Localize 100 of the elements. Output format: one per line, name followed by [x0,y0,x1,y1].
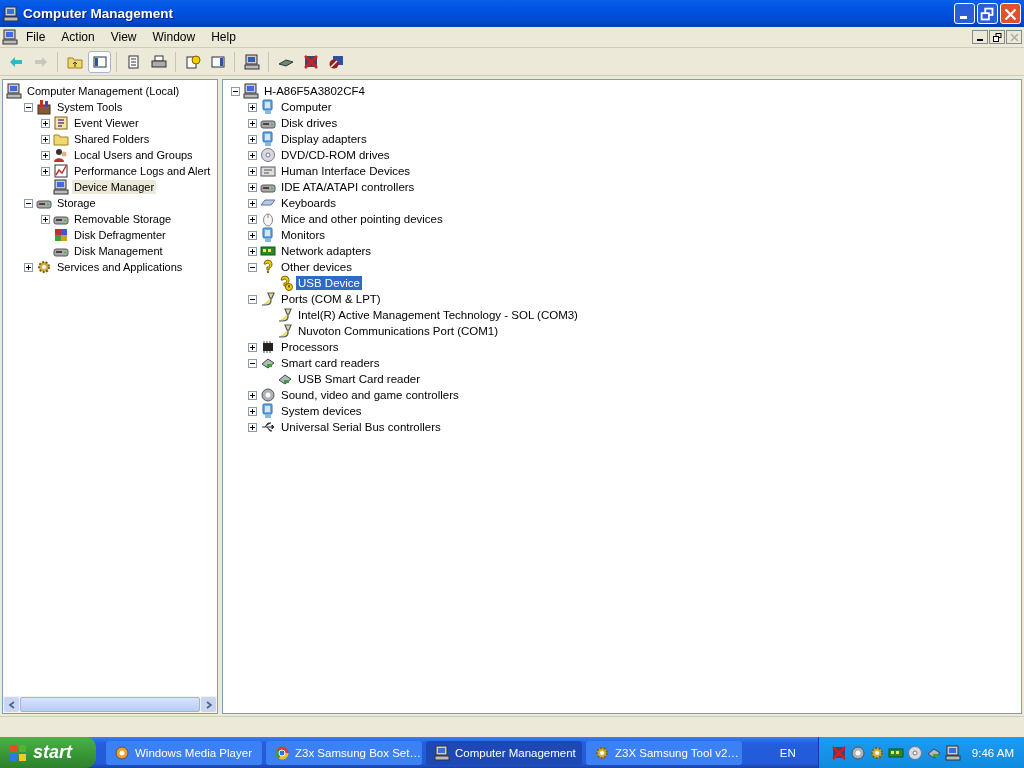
gear-icon [868,744,885,761]
tree-item[interactable]: System devices [279,404,364,418]
taskbar-button[interactable]: Z3X Samsung Tool v2… [586,740,742,765]
chip-icon [260,339,276,355]
scroll-left-button[interactable] [4,697,19,712]
help-icon [184,53,201,70]
expand-box[interactable] [248,182,257,192]
tree-item[interactable]: Display adapters [279,132,369,146]
expand-box[interactable] [248,198,257,208]
expand-box[interactable] [248,118,257,128]
tree-item[interactable]: System Tools [55,100,125,114]
tree-item[interactable]: Device Manager [72,180,157,194]
gear-icon [36,259,52,275]
collapse-box[interactable] [24,198,33,208]
expand-box[interactable] [41,150,50,160]
tree-item[interactable]: Network adapters [279,244,374,258]
tree-item[interactable]: DVD/CD-ROM drives [279,148,392,162]
tree-item[interactable]: Disk drives [279,116,340,130]
toolbox-icon [36,99,52,115]
tree-item[interactable]: Computer [279,100,334,114]
tree-item[interactable]: Shared Folders [72,132,152,146]
collapse-box[interactable] [231,86,240,96]
expand-box[interactable] [248,102,257,112]
expand-box[interactable] [41,214,50,224]
expand-box[interactable] [248,390,257,400]
expand-box[interactable] [248,214,257,224]
scroll-right-button[interactable] [201,697,216,712]
tree-item[interactable]: Removable Storage [72,212,174,226]
tree-item[interactable]: Intel(R) Active Management Technology - SOL (COM3) [296,308,580,322]
expand-box[interactable] [248,342,257,352]
taskbar-button[interactable]: Computer Management [426,740,582,765]
tree-item[interactable]: Ports (COM & LPT) [279,292,383,306]
taskbar-button[interactable]: Windows Media Player [106,740,262,765]
tree-item[interactable]: Mice and other pointing devices [279,212,445,226]
expand-box[interactable] [248,150,257,160]
tree-item[interactable]: USB Smart Card reader [296,372,423,386]
monitor-icon [260,403,276,419]
tree-item[interactable]: Storage [55,196,98,210]
tree-item[interactable]: Processors [279,340,341,354]
expand-box[interactable] [41,166,50,176]
horizontal-scrollbar[interactable] [3,696,217,713]
tree-item[interactable]: Computer Management (Local) [25,84,182,98]
scroll-thumb[interactable] [20,697,200,712]
disc-icon [260,147,276,163]
disc-icon [906,744,923,761]
monitor-icon [260,99,276,115]
menu-item[interactable]: File [18,30,54,44]
speaker-icon [260,387,276,403]
collapse-box[interactable] [248,294,257,304]
expand-box[interactable] [248,246,257,256]
tree-item[interactable]: Nuvoton Communications Port (COM1) [296,324,501,338]
expand-box[interactable] [248,230,257,240]
close-icon [1009,32,1019,42]
tree-item[interactable]: Smart card readers [279,356,382,370]
mouse-icon [260,211,276,227]
tree-item[interactable]: Keyboards [279,196,338,210]
restore-button[interactable] [989,30,1005,44]
tree-item[interactable]: USB Device [296,276,362,290]
expand-box[interactable] [248,422,257,432]
tree-item[interactable]: Disk Management [72,244,165,258]
expand-box[interactable] [248,134,257,144]
network-card-icon [260,243,276,259]
tree-item[interactable]: Human Interface Devices [279,164,413,178]
menu-item[interactable]: View [102,30,145,44]
language-indicator[interactable]: EN [779,746,796,759]
tree-item[interactable]: Sound, video and game controllers [279,388,461,402]
taskbar-button[interactable]: Z3x Samsung Box Set… [266,740,422,765]
menu-item[interactable]: Window [144,30,204,44]
tree-item[interactable]: Disk Defragmenter [72,228,168,242]
expand-box[interactable] [248,166,257,176]
minimize-button[interactable] [972,30,988,44]
menu-item[interactable]: Help [203,30,244,44]
collapse-box[interactable] [248,358,257,368]
collapse-box[interactable] [248,262,257,272]
cross-icon [302,53,319,70]
tree-item[interactable]: Event Viewer [72,116,141,130]
usb-icon [260,419,276,435]
tree-item[interactable]: IDE ATA/ATAPI controllers [279,180,417,194]
tree-item[interactable]: Services and Applications [55,260,185,274]
minimize-icon [977,39,983,41]
expand-box[interactable] [41,134,50,144]
window-title: Computer Management [23,6,175,21]
start-button[interactable]: start [0,737,96,768]
folder-icon [53,131,69,147]
tree-item[interactable]: Performance Logs and Alert [72,164,213,178]
expand-box[interactable] [41,118,50,128]
expand-box[interactable] [24,262,33,272]
expand-box[interactable] [248,406,257,416]
menu-item[interactable]: Action [53,30,103,44]
tree-item[interactable]: Monitors [279,228,328,242]
tree-item[interactable]: Local Users and Groups [72,148,195,162]
chart-icon [53,163,69,179]
tree-item[interactable]: Universal Serial Bus controllers [279,420,443,434]
speaker-icon [849,744,866,761]
plug-icon [277,307,293,323]
panel-icon [209,53,226,70]
tree-item[interactable]: H-A86F5A3802CF4 [262,84,367,98]
collapse-box[interactable] [24,102,33,112]
console-tree-button[interactable] [88,50,111,73]
tree-item[interactable]: Other devices [279,260,354,274]
